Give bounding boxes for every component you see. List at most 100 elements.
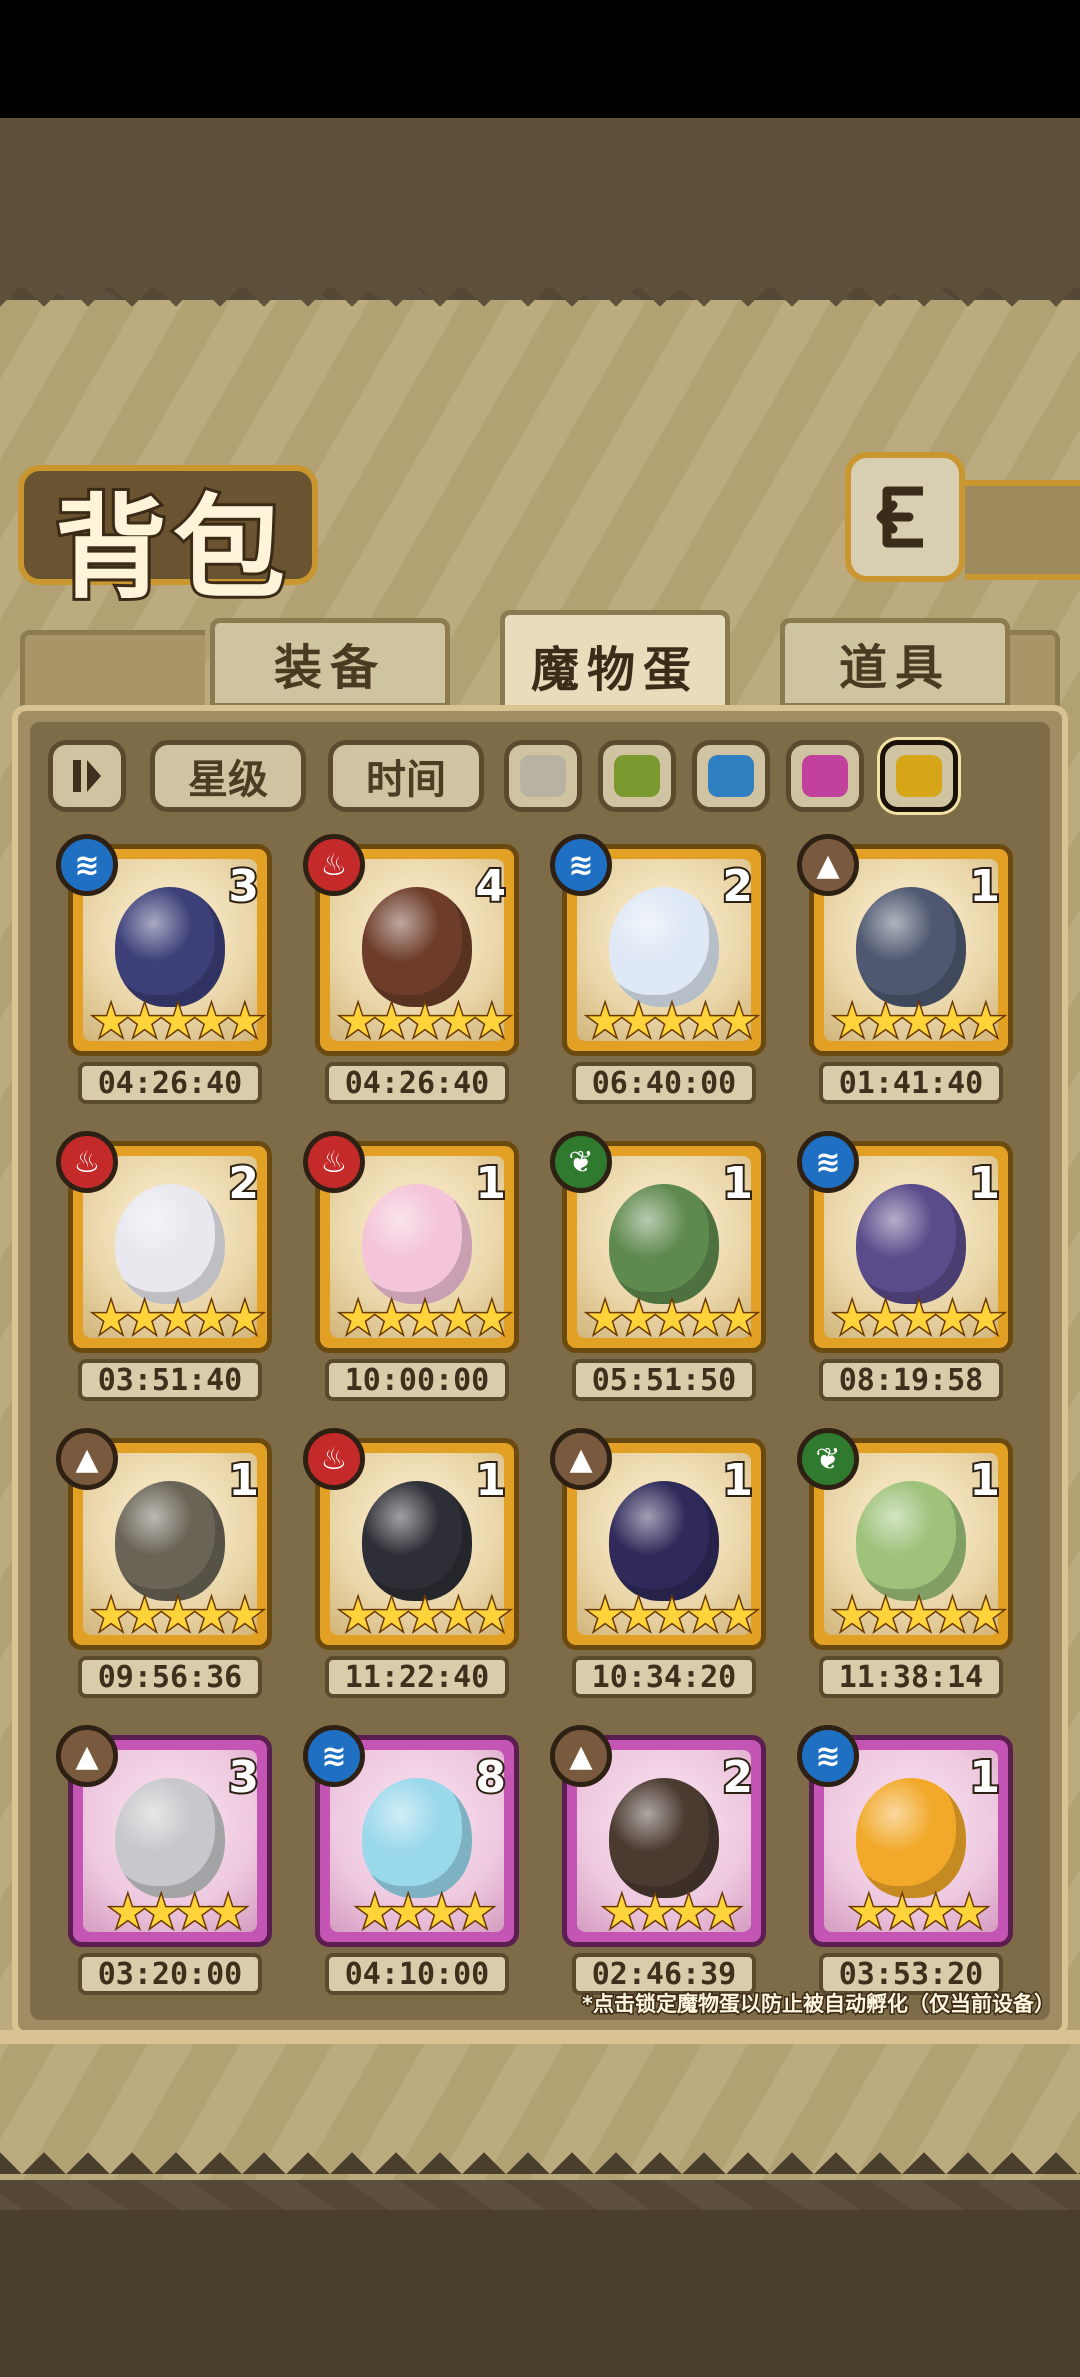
back-button[interactable] <box>845 452 965 582</box>
egg-stars: ★★★★★ <box>831 1292 1007 1345</box>
egg-count: 4 <box>473 859 508 914</box>
egg-stars: ★★★★★ <box>831 1589 1007 1642</box>
egg-card[interactable]: ★★★★★ 1 ≋ 08:19:58 <box>797 1131 1013 1401</box>
egg-stars: ★★★★★ <box>337 995 513 1048</box>
egg-stars: ★★★★★ <box>90 1292 266 1345</box>
egg-card[interactable]: ★★★★★ 4 ♨ 04:26:40 <box>303 834 519 1104</box>
water-element-icon: ≋ <box>303 1725 365 1787</box>
egg-image <box>362 887 472 1007</box>
water-element-icon: ≋ <box>797 1131 859 1193</box>
filter-gold[interactable] <box>880 740 958 812</box>
hatch-timer: 10:00:00 <box>325 1359 509 1401</box>
egg-image <box>856 1184 966 1304</box>
egg-count: 3 <box>226 1750 261 1805</box>
filter-pink[interactable] <box>786 740 864 812</box>
egg-card[interactable]: ★★★★★ 1 ▲ 10:34:20 <box>550 1428 766 1698</box>
egg-image <box>115 1778 225 1898</box>
egg-count: 1 <box>967 1156 1002 1211</box>
hatch-timer: 05:51:50 <box>572 1359 756 1401</box>
egg-image <box>856 1481 966 1601</box>
egg-count: 3 <box>226 859 261 914</box>
hatch-timer: 04:10:00 <box>325 1953 509 1995</box>
earth-element-icon: ▲ <box>550 1725 612 1787</box>
hatch-timer: 11:22:40 <box>325 1656 509 1698</box>
egg-count: 8 <box>473 1750 508 1805</box>
egg-image <box>362 1778 472 1898</box>
sort-order-toggle[interactable] <box>48 740 126 812</box>
back-arrow-icon <box>876 486 923 548</box>
egg-image <box>856 887 966 1007</box>
egg-stars: ★★★★★ <box>90 1589 266 1642</box>
egg-stars: ★★★★★ <box>584 995 760 1048</box>
egg-image <box>609 1481 719 1601</box>
pause-sort-icon <box>73 760 101 792</box>
egg-image <box>609 1184 719 1304</box>
page-title: 背包 <box>52 480 291 617</box>
egg-count: 1 <box>720 1453 755 1508</box>
egg-card[interactable]: ★★★★ 2 ▲ 02:46:39 <box>550 1725 766 1995</box>
hatch-timer: 03:51:40 <box>78 1359 262 1401</box>
filter-gray[interactable] <box>504 740 582 812</box>
tab-monster-eggs[interactable]: 魔物蛋 <box>500 610 730 720</box>
water-element-icon: ≋ <box>797 1725 859 1787</box>
egg-count: 1 <box>967 1453 1002 1508</box>
hatch-timer: 09:56:36 <box>78 1656 262 1698</box>
hatch-timer: 10:34:20 <box>572 1656 756 1698</box>
water-element-icon: ≋ <box>56 834 118 896</box>
egg-count: 1 <box>967 859 1002 914</box>
water-element-icon: ≋ <box>550 834 612 896</box>
bottom-wood-band <box>0 2210 1080 2377</box>
egg-image <box>609 887 719 1007</box>
egg-image <box>115 1184 225 1304</box>
header-right-plate <box>965 480 1080 580</box>
egg-count: 2 <box>720 1750 755 1805</box>
egg-image <box>362 1184 472 1304</box>
nature-element-icon: ❦ <box>797 1428 859 1490</box>
hatch-timer: 04:26:40 <box>325 1062 509 1104</box>
egg-card[interactable]: ★★★★★ 1 ▲ 09:56:36 <box>56 1428 272 1698</box>
egg-card[interactable]: ★★★★★ 3 ≋ 04:26:40 <box>56 834 272 1104</box>
hatch-timer: 01:41:40 <box>819 1062 1003 1104</box>
egg-count: 1 <box>720 1156 755 1211</box>
egg-card[interactable]: ★★★★★ 1 ▲ 01:41:40 <box>797 834 1013 1104</box>
egg-card[interactable]: ★★★★★ 1 ❦ 05:51:50 <box>550 1131 766 1401</box>
egg-count: 1 <box>967 1750 1002 1805</box>
egg-image <box>115 887 225 1007</box>
tab-equipment[interactable]: 装备 <box>210 618 450 708</box>
egg-stars: ★★★★★ <box>584 1589 760 1642</box>
egg-stars: ★★★★ <box>601 1886 744 1939</box>
hatch-timer: 11:38:14 <box>819 1656 1003 1698</box>
hatch-timer: 06:40:00 <box>572 1062 756 1104</box>
fire-element-icon: ♨ <box>303 1131 365 1193</box>
egg-stars: ★★★★★ <box>90 995 266 1048</box>
status-bar <box>0 0 1080 118</box>
egg-card[interactable]: ★★★★★ 2 ≋ 06:40:00 <box>550 834 766 1104</box>
hatch-timer: 08:19:58 <box>819 1359 1003 1401</box>
top-wood-band <box>0 118 1080 288</box>
egg-count: 1 <box>473 1453 508 1508</box>
earth-element-icon: ▲ <box>56 1725 118 1787</box>
egg-card[interactable]: ★★★★ 1 ≋ 03:53:20 <box>797 1725 1013 1995</box>
egg-card[interactable]: ★★★★★ 1 ❦ 11:38:14 <box>797 1428 1013 1698</box>
filter-green[interactable] <box>598 740 676 812</box>
lock-hint-note: *点击锁定魔物蛋以防止被自动孵化（仅当前设备） <box>581 1991 1057 2018</box>
filter-blue[interactable] <box>692 740 770 812</box>
egg-count: 2 <box>226 1156 261 1211</box>
nature-element-icon: ❦ <box>550 1131 612 1193</box>
egg-card[interactable]: ★★★★★ 1 ♨ 11:22:40 <box>303 1428 519 1698</box>
egg-count: 1 <box>226 1453 261 1508</box>
egg-card[interactable]: ★★★★ 8 ≋ 04:10:00 <box>303 1725 519 1995</box>
tab-items[interactable]: 道具 <box>780 618 1010 708</box>
earth-element-icon: ▲ <box>550 1428 612 1490</box>
egg-stars: ★★★★ <box>354 1886 497 1939</box>
sort-by-star-button[interactable]: 星级 <box>150 740 306 812</box>
egg-card[interactable]: ★★★★★ 2 ♨ 03:51:40 <box>56 1131 272 1401</box>
egg-image <box>856 1778 966 1898</box>
egg-card[interactable]: ★★★★★ 1 ♨ 10:00:00 <box>303 1131 519 1401</box>
tab-bar-left-edge <box>20 630 205 710</box>
egg-stars: ★★★★★ <box>337 1292 513 1345</box>
sort-by-time-button[interactable]: 时间 <box>328 740 484 812</box>
egg-card[interactable]: ★★★★ 3 ▲ 03:20:00 <box>56 1725 272 1995</box>
hatch-timer: 04:26:40 <box>78 1062 262 1104</box>
egg-count: 1 <box>473 1156 508 1211</box>
